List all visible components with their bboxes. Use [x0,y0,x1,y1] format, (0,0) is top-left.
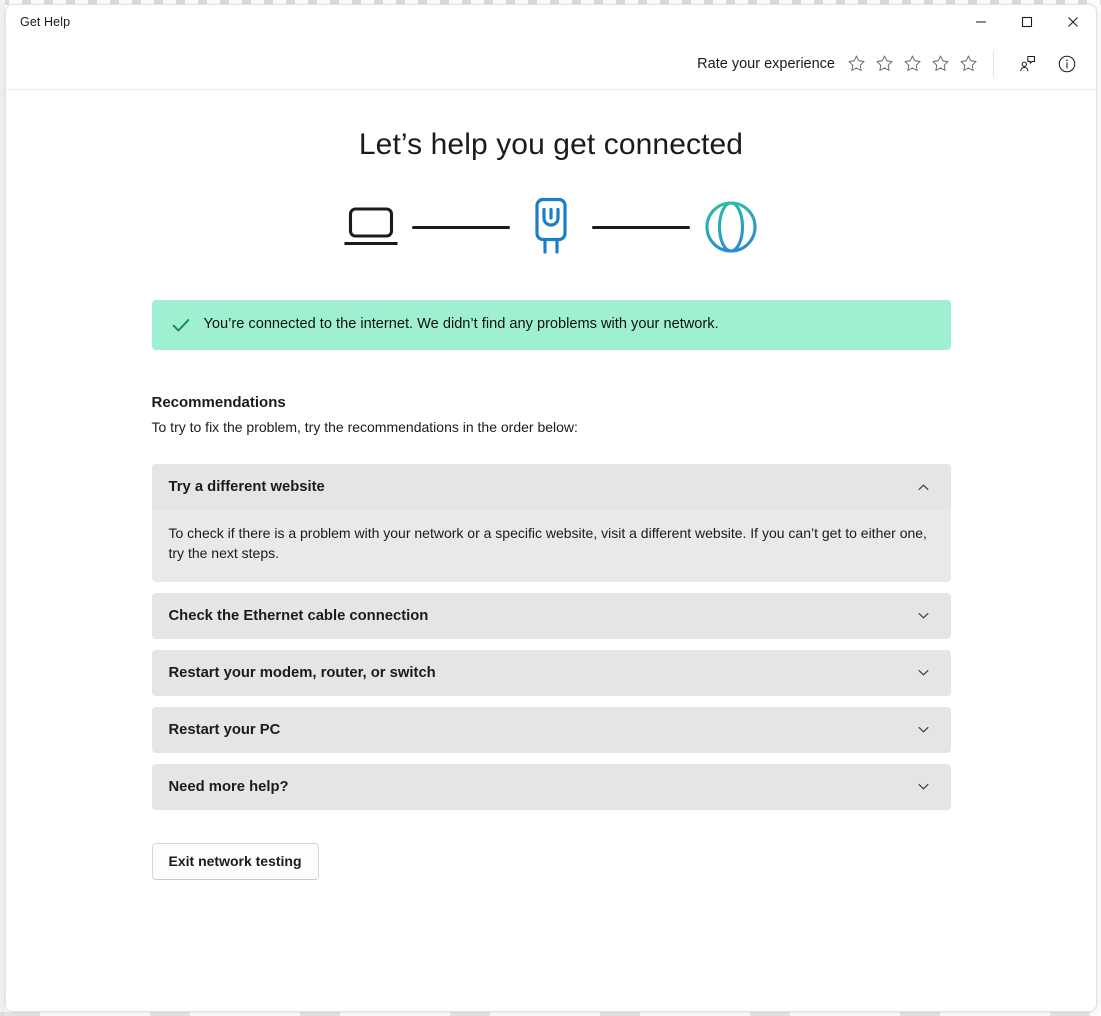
accordion-body-text: To check if there is a problem with your… [168,525,927,561]
chevron-down-icon[interactable] [915,721,933,739]
window-title: Get Help [20,14,71,29]
command-bar-separator [993,50,994,77]
accordion-item: Restart your modem, router, or switch [151,649,951,696]
accordion-header-restart-your-modem-router-or-switch[interactable]: Restart your modem, router, or switch [151,649,951,696]
rating-star-4[interactable] [928,50,953,78]
desktop-backdrop: Get Help Rate your experience Let’s help… [0,0,1101,1016]
accordion-label: Restart your PC [168,721,281,738]
diagram-connector-2 [592,225,690,229]
accordion-label: Check the Ethernet cable connection [168,607,429,624]
close-button[interactable] [1050,5,1096,38]
status-banner-text: You’re connected to the internet. We did… [203,316,719,333]
connectivity-diagram [6,196,1096,258]
diagram-connector-1 [412,225,510,229]
rating-stars[interactable] [844,50,981,78]
accordion-item: Check the Ethernet cable connection [151,592,951,639]
minimize-icon [976,20,986,23]
minimize-button[interactable] [958,5,1004,38]
accordion-header-check-the-ethernet-cable-connection[interactable]: Check the Ethernet cable connection [151,592,951,639]
accordion-item: Try a different website To check if ther… [151,464,951,582]
chevron-down-icon[interactable] [915,607,933,625]
diagram-node-device [340,196,402,258]
accordion-item: Restart your PC [151,706,951,753]
accordion-body: To check if there is a problem with your… [151,510,951,582]
ethernet-connector-icon [535,197,567,254]
info-icon [1058,55,1076,72]
status-banner: You’re connected to the internet. We did… [151,300,951,350]
recommendations-accordion: Try a different website To check if ther… [151,464,951,810]
accordion-label: Need more help? [168,778,289,795]
rating-star-1[interactable] [844,50,869,78]
rating-star-3[interactable] [900,50,925,78]
contact-support-icon [1019,56,1035,72]
diagram-node-ethernet [520,196,582,258]
checkmark-icon [172,319,189,332]
close-icon [1068,16,1078,27]
chevron-down-icon[interactable] [915,778,933,796]
rating-star-2[interactable] [872,50,897,78]
diagram-node-internet [700,196,762,258]
device-icon [344,207,398,246]
accordion-header-need-more-help[interactable]: Need more help? [151,763,951,810]
page-title: Let’s help you get connected [358,128,744,161]
maximize-icon [1021,16,1033,27]
info-button[interactable] [1050,47,1084,81]
maximize-button[interactable] [1004,5,1050,38]
accordion-item: Need more help? [151,763,951,810]
star-outline-icon [932,55,949,71]
content-area: Let’s help you get connected You’re conn… [6,90,1096,1011]
recommendations-title: Recommendations [151,394,286,411]
accordion-label: Restart your modem, router, or switch [168,664,436,681]
chevron-down-icon[interactable] [915,664,933,682]
star-outline-icon [960,55,977,71]
rating-star-5[interactable] [956,50,981,78]
recommendations-section: Recommendations To try to fix the proble… [151,394,951,880]
star-outline-icon [848,55,865,71]
accordion-header-try-a-different-website[interactable]: Try a different website [151,464,951,510]
get-help-window: Get Help Rate your experience Let’s help… [5,4,1097,1012]
globe-icon [705,201,757,253]
accordion-header-restart-your-pc[interactable]: Restart your PC [151,706,951,753]
contact-support-button[interactable] [1010,47,1044,81]
rate-experience-label: Rate your experience [697,55,835,72]
command-bar: Rate your experience [6,38,1096,90]
accordion-label: Try a different website [168,479,325,495]
window-controls [958,5,1096,38]
exit-network-testing-button[interactable]: Exit network testing [151,842,319,880]
star-outline-icon [904,55,921,71]
title-bar: Get Help [6,5,1096,38]
background-taskbar-strip [0,1012,1101,1016]
star-outline-icon [876,55,893,71]
chevron-up-icon[interactable] [915,478,933,496]
recommendations-subtitle: To try to fix the problem, try the recom… [151,419,578,435]
